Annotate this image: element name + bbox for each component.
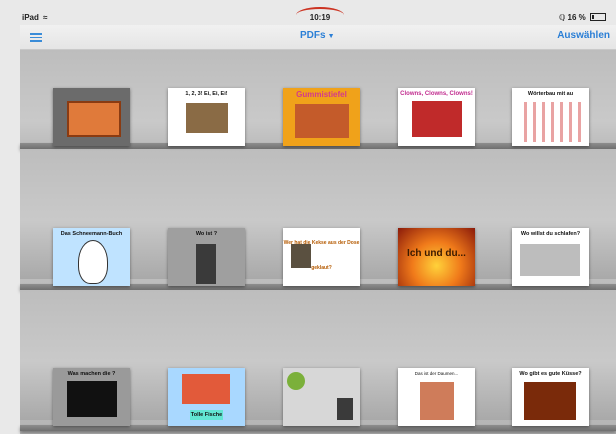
pdf-book[interactable]: Tolle Fische: [168, 368, 245, 426]
cover-image: [78, 240, 108, 284]
recording-indicator: [296, 7, 344, 15]
cover-image: [186, 103, 228, 133]
pdf-book[interactable]: [283, 368, 360, 426]
pdf-book[interactable]: Das Schneemann-Buch: [53, 228, 130, 286]
select-button[interactable]: Auswählen: [557, 30, 610, 41]
pdf-book[interactable]: Wörterbau mit au: [512, 88, 589, 146]
pdf-book[interactable]: Wo gibt es gute Küsse?: [512, 368, 589, 426]
bluetooth-icon: ℚ: [559, 13, 566, 22]
pdf-book[interactable]: Ich und du...: [398, 228, 475, 286]
cover-image: [524, 382, 576, 420]
cover-image: [518, 102, 582, 142]
pdf-book[interactable]: Wer hat die Kekse aus der Dose geklaut?: [283, 228, 360, 286]
cover-image: [67, 101, 121, 137]
pdf-book[interactable]: Wo ist ?: [168, 228, 245, 286]
pdf-book[interactable]: 1, 2, 3! Ei, Ei, Ei!: [168, 88, 245, 146]
wifi-icon: ≈: [43, 13, 48, 22]
cover-image: [67, 381, 117, 417]
navigation-bar: PDFs ▼ Auswählen: [20, 25, 616, 50]
pdf-book[interactable]: Das ist der Daumen...: [398, 368, 475, 426]
cover-image: [420, 382, 454, 420]
cover-image: [295, 104, 349, 138]
cover-image: [196, 244, 216, 284]
battery-icon: [590, 13, 606, 21]
pdf-book[interactable]: Wo willst du schlafen?: [512, 228, 589, 286]
device-label: iPad: [22, 13, 39, 22]
cover-image: [182, 374, 230, 404]
nav-title-label: PDFs: [300, 30, 326, 41]
cover-image: [291, 244, 311, 268]
cover-image: [520, 244, 580, 276]
pdf-book[interactable]: Gummistiefel: [283, 88, 360, 146]
ipad-screen: iPad ≈ 10:19 ℚ 16 % PDFs ▼ Auswählen 1, 2…: [0, 0, 616, 434]
cover-image: [337, 398, 353, 420]
caret-down-icon: ▼: [327, 33, 335, 40]
cover-image: [287, 372, 305, 390]
pdf-book[interactable]: [53, 88, 130, 146]
pdf-book[interactable]: Was machen die ?: [53, 368, 130, 426]
battery-percent: 16 %: [567, 13, 586, 22]
pdfs-dropdown[interactable]: PDFs ▼: [300, 30, 335, 41]
bookshelf: 1, 2, 3! Ei, Ei, Ei! Gummistiefel Clowns…: [20, 50, 616, 434]
pdf-book[interactable]: Clowns, Clowns, Clowns!: [398, 88, 475, 146]
menu-icon[interactable]: [30, 33, 42, 42]
cover-image: [412, 101, 462, 137]
